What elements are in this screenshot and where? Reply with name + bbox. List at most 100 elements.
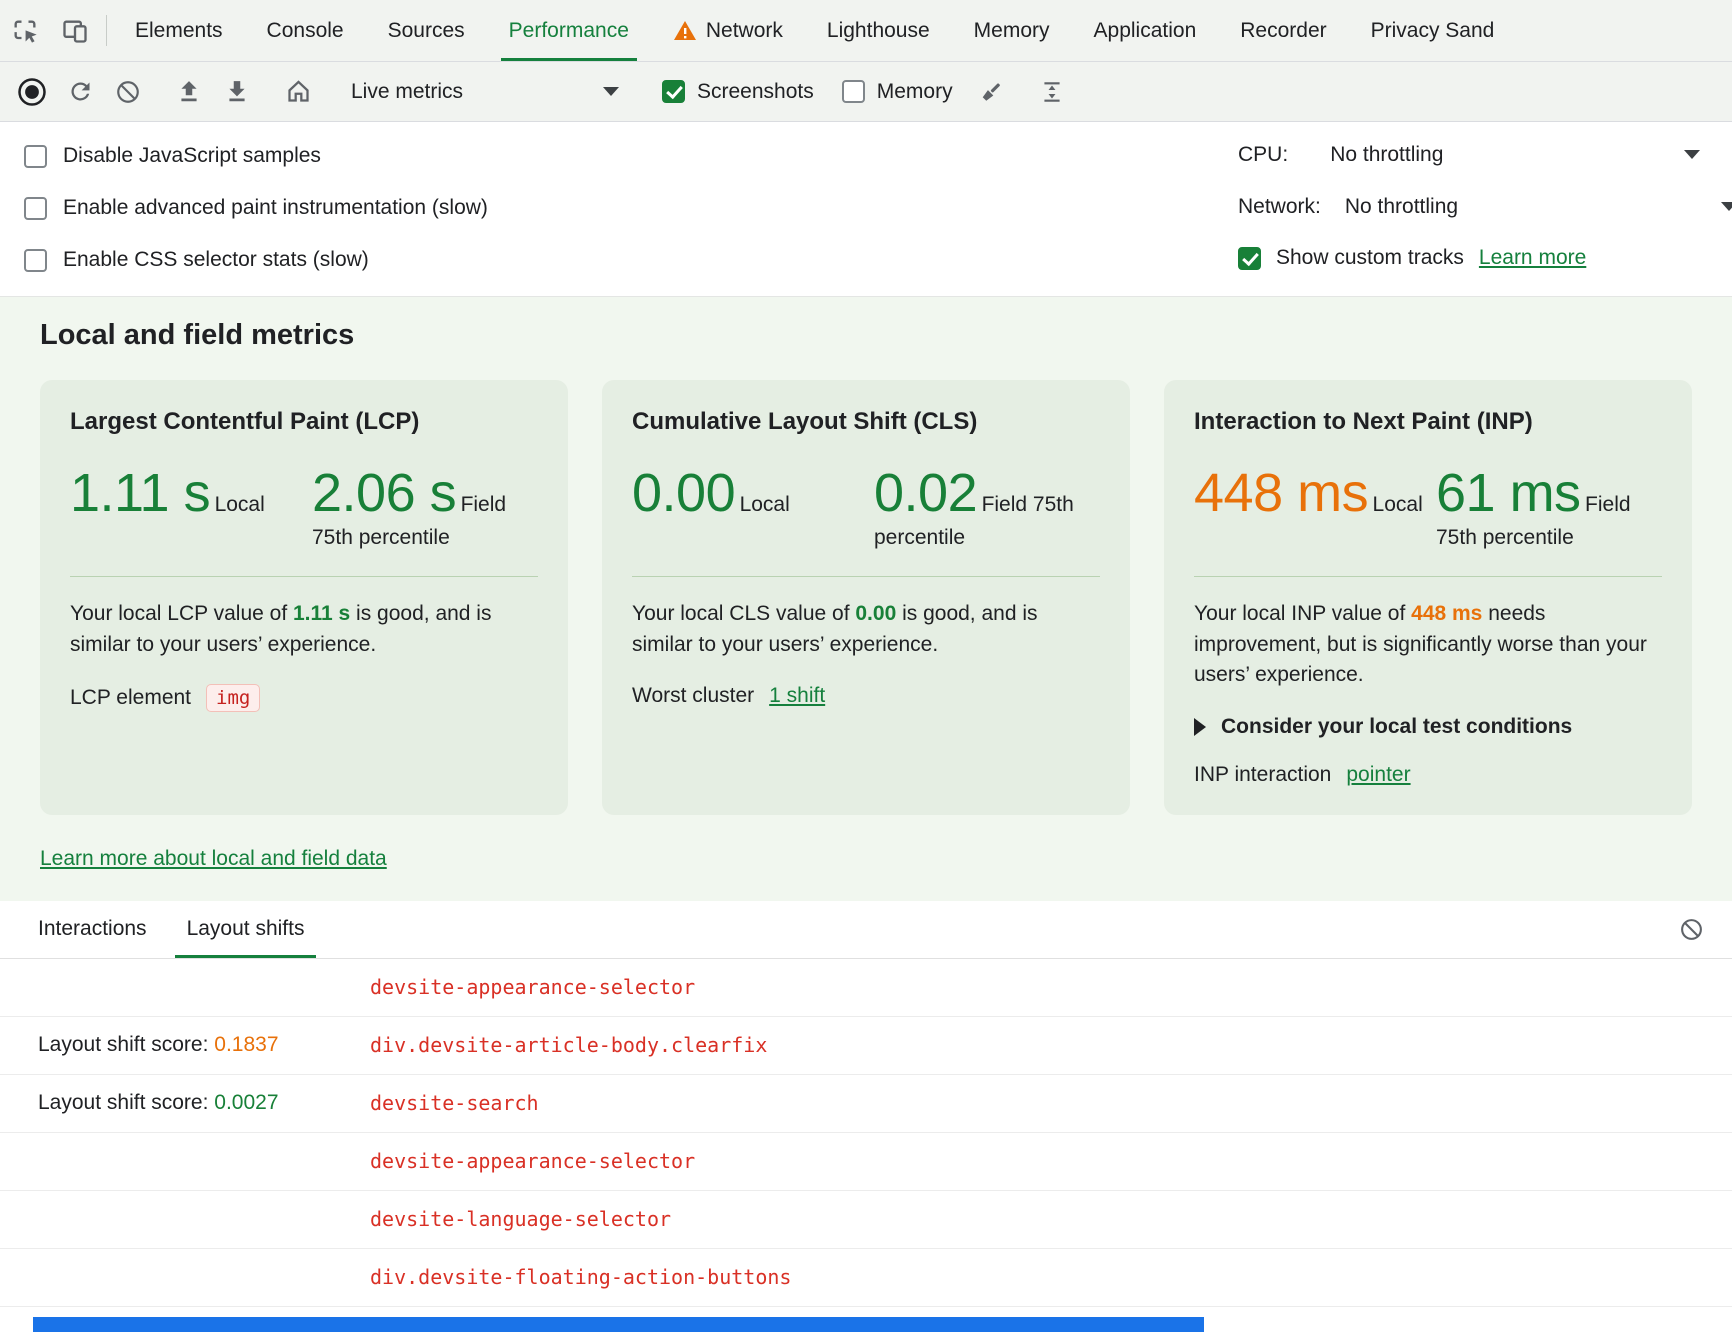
divider — [70, 576, 538, 577]
local-test-conditions-label: Consider your local test conditions — [1221, 715, 1572, 739]
tab-sources[interactable]: Sources — [366, 0, 487, 61]
layout-shift-row[interactable]: devsite-language-selector — [0, 1191, 1732, 1249]
layout-shift-row[interactable]: div.devsite-floating-action-buttons — [0, 1249, 1732, 1307]
inp-local-value: 448 ms — [1194, 463, 1368, 523]
collapse-sections-button[interactable] — [1028, 69, 1076, 115]
circle-slash-icon — [115, 79, 141, 105]
node-link[interactable]: div.devsite-article-body.clearfix — [370, 1033, 767, 1057]
worst-cluster-link[interactable]: 1 shift — [769, 684, 825, 708]
tab-lighthouse[interactable]: Lighthouse — [805, 0, 952, 61]
memory-label: Memory — [877, 80, 953, 104]
tab-elements[interactable]: Elements — [113, 0, 245, 61]
tab-memory[interactable]: Memory — [952, 0, 1072, 61]
performance-toolbar: Live metrics Screenshots Memory — [0, 62, 1732, 122]
disable-js-samples-checkbox[interactable] — [24, 145, 47, 168]
inp-card-title: Interaction to Next Paint (INP) — [1194, 408, 1662, 436]
cls-local-value: 0.00 — [632, 463, 735, 523]
reload-and-record-button[interactable] — [56, 69, 104, 115]
chevron-down-icon[interactable] — [1684, 150, 1700, 159]
setting-advanced-paint[interactable]: Enable advanced paint instrumentation (s… — [0, 182, 1732, 234]
vertical-align-icon — [1039, 79, 1065, 105]
triangle-right-icon — [1194, 718, 1206, 736]
tab-label: Layout shifts — [187, 917, 305, 941]
inp-field-value: 61 ms — [1436, 463, 1581, 523]
local-field-metrics-section: Local and field metrics Largest Contentf… — [0, 297, 1732, 901]
network-throttling-select[interactable]: Network: No throttling — [1238, 195, 1458, 219]
garbage-collect-button[interactable] — [967, 69, 1015, 115]
layout-shift-row[interactable]: Layout shift score: 0.1837 div.devsite-a… — [0, 1017, 1732, 1075]
node-link[interactable]: devsite-appearance-selector — [370, 1149, 695, 1173]
tab-layout-shifts[interactable]: Layout shifts — [167, 901, 325, 958]
divider — [632, 576, 1100, 577]
record-button[interactable] — [8, 69, 56, 115]
node-link[interactable]: devsite-search — [370, 1091, 539, 1115]
tab-label: Sources — [388, 19, 465, 43]
metric-cards: Largest Contentful Paint (LCP) 1.11 s Lo… — [40, 380, 1692, 815]
memory-checkbox[interactable] — [842, 80, 865, 103]
tab-recorder[interactable]: Recorder — [1218, 0, 1348, 61]
advanced-paint-checkbox[interactable] — [24, 197, 47, 220]
show-custom-tracks-label: Show custom tracks — [1276, 246, 1464, 270]
lcp-card-title: Largest Contentful Paint (LCP) — [70, 408, 538, 436]
tab-interactions[interactable]: Interactions — [18, 901, 167, 958]
divider — [1194, 576, 1662, 577]
network-label: Network: — [1238, 195, 1321, 219]
lcp-local-value: 1.11 s — [70, 463, 210, 523]
show-custom-tracks-setting[interactable]: Show custom tracks Learn more — [1238, 246, 1586, 270]
cls-card: Cumulative Layout Shift (CLS) 0.00 Local… — [602, 380, 1130, 815]
show-custom-tracks-checkbox[interactable] — [1238, 247, 1261, 270]
inspect-element-button[interactable] — [0, 0, 50, 61]
screenshots-toggle[interactable]: Screenshots — [648, 80, 828, 104]
record-icon — [17, 77, 47, 107]
layout-shift-score: Layout shift score: 0.0027 — [38, 1091, 370, 1115]
css-selector-stats-label: Enable CSS selector stats (slow) — [63, 248, 369, 272]
device-toolbar-button[interactable] — [50, 0, 100, 61]
history-dropdown-value: Live metrics — [351, 80, 463, 104]
tab-label: Interactions — [38, 917, 147, 941]
tab-label: Lighthouse — [827, 19, 930, 43]
device-toolbar-icon — [61, 17, 89, 45]
live-metrics-home-button[interactable] — [274, 69, 322, 115]
worst-cluster-label: Worst cluster — [632, 684, 754, 708]
tab-label: Network — [706, 19, 783, 43]
css-selector-stats-checkbox[interactable] — [24, 249, 47, 272]
upload-icon — [176, 79, 202, 105]
inp-desc-value: 448 ms — [1411, 602, 1482, 625]
inp-interaction-link[interactable]: pointer — [1346, 763, 1410, 787]
setting-disable-js-samples[interactable]: Disable JavaScript samples — [0, 130, 1732, 182]
layout-shift-row[interactable]: Layout shift score: 0.0027 devsite-searc… — [0, 1075, 1732, 1133]
tab-network[interactable]: Network — [651, 0, 805, 61]
load-profile-button[interactable] — [165, 69, 213, 115]
home-icon — [285, 78, 312, 105]
chevron-down-icon[interactable] — [1721, 202, 1732, 211]
tab-privacy-sandbox[interactable]: Privacy Sand — [1349, 0, 1517, 61]
score-value: 0.1837 — [214, 1033, 278, 1056]
node-link[interactable]: div.devsite-floating-action-buttons — [370, 1265, 791, 1289]
inspect-icon — [11, 17, 39, 45]
learn-more-local-field-link[interactable]: Learn more about local and field data — [40, 847, 387, 871]
download-icon — [224, 79, 250, 105]
tab-performance[interactable]: Performance — [487, 0, 651, 61]
clear-log-button[interactable] — [1668, 917, 1714, 942]
layout-shift-row[interactable]: devsite-appearance-selector — [0, 1133, 1732, 1191]
network-throttling-value: No throttling — [1345, 195, 1458, 219]
screenshots-checkbox[interactable] — [662, 80, 685, 103]
save-profile-button[interactable] — [213, 69, 261, 115]
section-heading: Local and field metrics — [40, 319, 1692, 352]
tab-console[interactable]: Console — [245, 0, 366, 61]
learn-more-link[interactable]: Learn more — [1479, 246, 1586, 270]
local-test-conditions-disclosure[interactable]: Consider your local test conditions — [1194, 715, 1662, 739]
tab-label: Memory — [974, 19, 1050, 43]
tab-application[interactable]: Application — [1072, 0, 1219, 61]
inp-card: Interaction to Next Paint (INP) 448 ms L… — [1164, 380, 1692, 815]
selected-row-highlight — [33, 1317, 1204, 1332]
memory-toggle[interactable]: Memory — [828, 80, 967, 104]
node-link[interactable]: devsite-appearance-selector — [370, 975, 695, 999]
cpu-throttling-select[interactable]: CPU: No throttling — [1238, 143, 1443, 167]
layout-shift-row[interactable]: devsite-appearance-selector — [0, 959, 1732, 1017]
lcp-element-node-link[interactable]: img — [206, 684, 260, 712]
clear-button[interactable] — [104, 69, 152, 115]
log-tabs: Interactions Layout shifts — [0, 901, 1732, 959]
node-link[interactable]: devsite-language-selector — [370, 1207, 671, 1231]
history-dropdown[interactable]: Live metrics — [335, 80, 635, 104]
